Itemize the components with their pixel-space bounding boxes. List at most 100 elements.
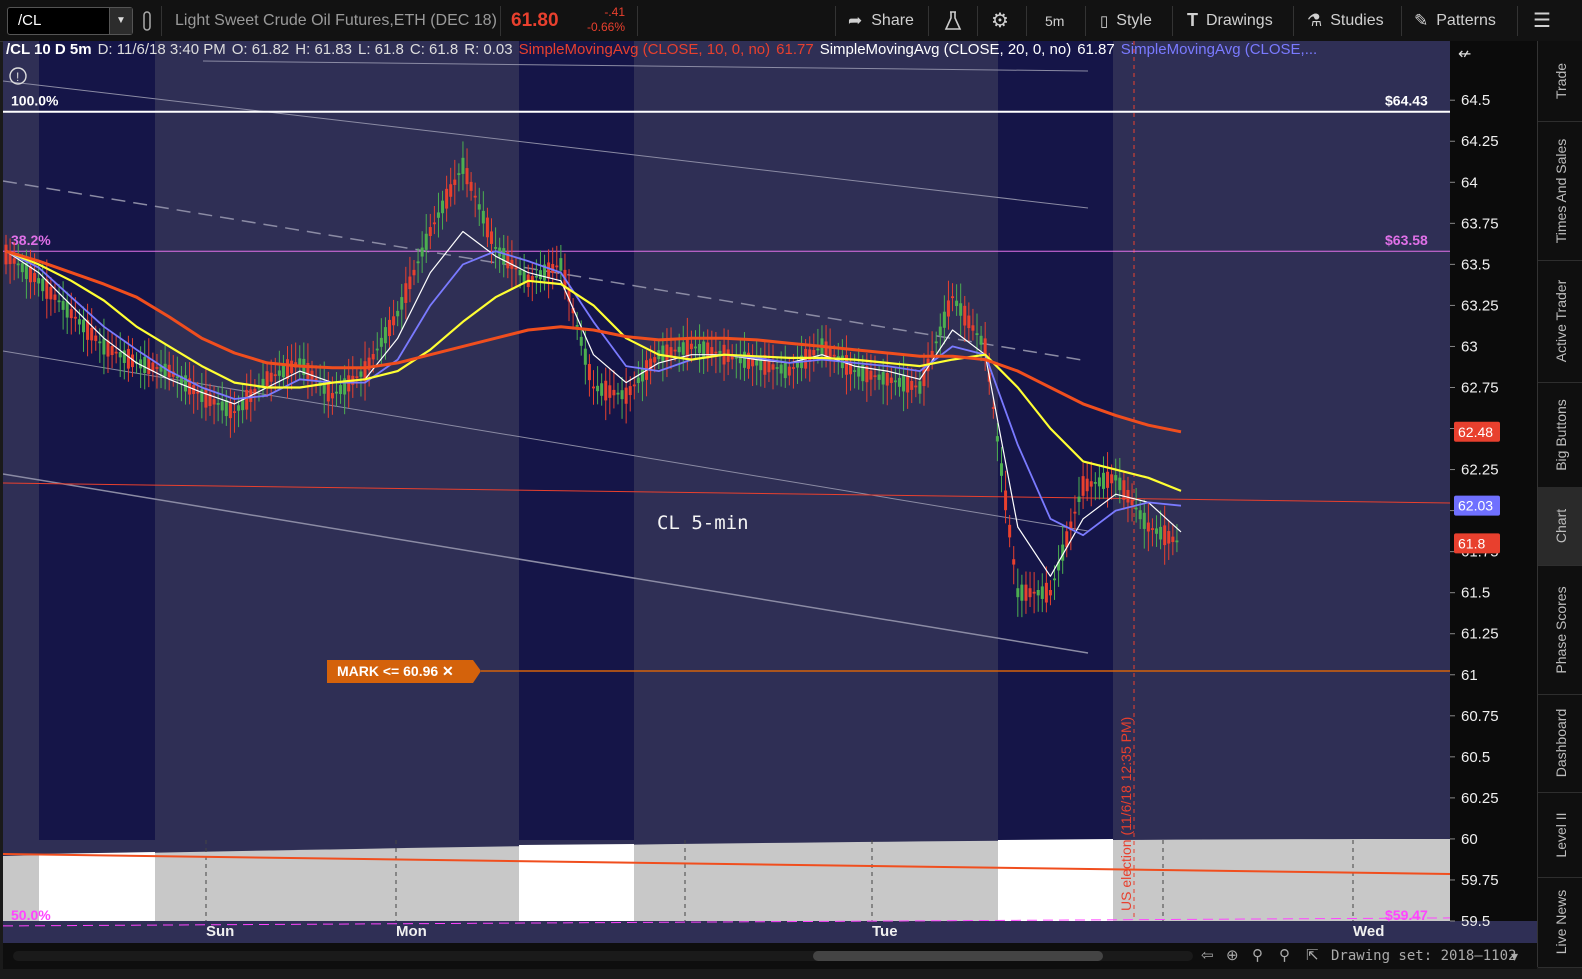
candle-body xyxy=(640,368,644,382)
candle-body xyxy=(1138,510,1142,520)
y-tick-label: 62.25 xyxy=(1461,462,1499,479)
candle-body xyxy=(204,387,208,408)
volume-highlight xyxy=(39,852,155,921)
sma20-label[interactable]: SimpleMovingAvg (CLOSE, 20, 0, no) xyxy=(820,41,1072,59)
gear-icon[interactable]: ⚙ xyxy=(991,0,1009,41)
candle-body xyxy=(783,361,787,379)
zoom-out-icon[interactable]: ⚲ xyxy=(1279,946,1290,964)
candle-body xyxy=(16,263,20,266)
candle-body xyxy=(857,367,861,377)
candle-body xyxy=(885,373,889,386)
candle-body xyxy=(196,391,200,394)
candle-body xyxy=(212,399,216,405)
candle-body xyxy=(620,390,624,400)
candle-body xyxy=(971,325,975,331)
expand-icon[interactable]: ↚ xyxy=(1458,44,1471,63)
overnight-band xyxy=(519,41,634,840)
candle-body xyxy=(742,351,746,368)
candle-body xyxy=(583,348,587,365)
patterns-button[interactable]: ✎ Patterns xyxy=(1414,0,1496,41)
last-price: 61.80 xyxy=(511,9,559,31)
scroll-left-icon[interactable]: ⇦ xyxy=(1201,946,1214,964)
link-icon[interactable] xyxy=(141,0,153,41)
share-button[interactable]: ➦ Share xyxy=(848,0,914,41)
candle-body xyxy=(1085,478,1089,492)
chevron-down-icon[interactable]: ▼ xyxy=(109,8,132,34)
candle-body xyxy=(518,269,522,276)
scrollbar-thumb[interactable] xyxy=(813,951,1103,961)
drawing-set-dropdown-icon[interactable]: ▾ xyxy=(1511,948,1518,965)
candle-body xyxy=(755,360,759,366)
sidebar-tab-chart[interactable]: Chart xyxy=(1538,487,1582,566)
sidebar-tab-big-buttons[interactable]: Big Buttons xyxy=(1538,382,1582,488)
candle-body xyxy=(1012,559,1016,565)
sidebar-tab-trade[interactable]: Trade xyxy=(1538,41,1582,122)
candle-body xyxy=(441,200,445,214)
fib-level-label: 100.0% xyxy=(11,93,59,109)
menu-icon[interactable]: ☰ xyxy=(1533,0,1551,41)
timeframe-button[interactable]: 5m xyxy=(1045,0,1064,41)
candle-body xyxy=(265,371,269,388)
candle-body xyxy=(436,212,440,218)
candle-body xyxy=(53,294,57,300)
horizontal-scrollbar[interactable] xyxy=(13,951,1193,961)
sidebar-tab-phase-scores[interactable]: Phase Scores xyxy=(1538,565,1582,695)
sidebar-tab-live-news[interactable]: Live News xyxy=(1538,877,1582,968)
candle-body xyxy=(1073,511,1077,514)
candle-body xyxy=(200,389,204,402)
candle-body xyxy=(828,348,832,358)
y-tick-label: 59.5 xyxy=(1461,913,1490,930)
overnight-band xyxy=(39,41,155,840)
candle-body xyxy=(844,355,848,375)
sidebar-tab-level-ii[interactable]: Level II xyxy=(1538,792,1582,878)
candle-body xyxy=(604,380,608,401)
volume-highlight xyxy=(998,839,1113,921)
candle-body xyxy=(995,436,999,442)
candle-body xyxy=(106,340,110,357)
candle-body xyxy=(869,370,873,380)
sidebar-tab-label: Active Trader xyxy=(1552,279,1569,363)
candle-body xyxy=(959,303,963,316)
price-chart[interactable]: 100.0% $64.43 38.2% $63.58 50.0% $59.47 64.5 6… xyxy=(3,41,1537,943)
y-tick-label: 61.25 xyxy=(1461,626,1499,643)
candle-body xyxy=(114,351,118,354)
sma50-label[interactable]: SimpleMovingAvg (CLOSE,... xyxy=(1121,41,1317,59)
toolbar: /CL ▼ Light Sweet Crude Oil Futures,ETH … xyxy=(0,0,1582,42)
flask-icon[interactable] xyxy=(944,0,962,41)
zoom-in-icon[interactable]: ⚲ xyxy=(1252,946,1263,964)
candle-body xyxy=(1036,589,1040,596)
candle-body xyxy=(902,375,906,392)
chart-area[interactable]: 100.0% $64.43 38.2% $63.58 50.0% $59.47 64.5 6… xyxy=(3,41,1537,967)
candle-body xyxy=(126,348,130,369)
candle-body xyxy=(69,309,73,319)
sidebar-tab-active-trader[interactable]: Active Trader xyxy=(1538,260,1582,383)
studies-button[interactable]: ⚗ Studies xyxy=(1307,0,1384,41)
y-tick-label: 60.5 xyxy=(1461,749,1490,766)
candle-body xyxy=(502,248,506,265)
candle-body xyxy=(669,347,673,357)
drawings-button[interactable]: T Drawings xyxy=(1187,0,1273,41)
drawing-set-label[interactable]: Drawing set: 2018–1102 xyxy=(1331,948,1516,964)
chart-symbol-period: /CL 10 D 5m xyxy=(6,41,92,58)
symbol-input[interactable]: /CL xyxy=(18,12,41,29)
candle-body xyxy=(326,381,330,402)
style-button[interactable]: ▯ Style xyxy=(1100,0,1152,41)
crosshair-icon[interactable]: ⊕ xyxy=(1226,946,1239,964)
bar-low: L: 61.8 xyxy=(358,41,404,58)
sma10-label[interactable]: SimpleMovingAvg (CLOSE, 10, 0, no) xyxy=(519,41,771,59)
candle-body xyxy=(963,305,967,326)
candle-body xyxy=(975,333,979,336)
price-badge-label: 61.8 xyxy=(1458,535,1485,551)
sidebar-tab-times-and-sales[interactable]: Times And Sales xyxy=(1538,121,1582,261)
candle-body xyxy=(1053,578,1057,581)
instrument-name: Light Sweet Crude Oil Futures,ETH (DEC 1… xyxy=(175,11,497,29)
candle-body xyxy=(82,319,86,333)
sidebar-tab-dashboard[interactable]: Dashboard xyxy=(1538,694,1582,793)
price-badge-label: 62.03 xyxy=(1458,498,1493,514)
symbol-selector[interactable]: /CL ▼ xyxy=(7,7,133,35)
cursor-icon[interactable]: ⇱ xyxy=(1306,946,1319,964)
candle-body xyxy=(420,247,424,257)
candle-body xyxy=(416,261,420,264)
candle-body xyxy=(432,222,436,225)
candle-body xyxy=(665,344,669,361)
